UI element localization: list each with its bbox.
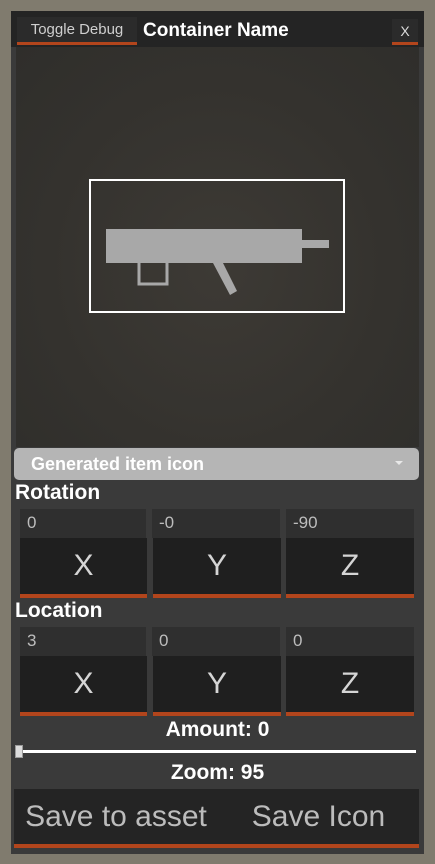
location-x-button[interactable]: X	[20, 656, 147, 716]
save-to-asset-button[interactable]: Save to asset	[14, 789, 218, 848]
rifle-barrel	[302, 240, 329, 248]
location-label: Location	[15, 599, 103, 622]
location-z-button[interactable]: Z	[286, 656, 414, 716]
location-y-button[interactable]: Y	[153, 656, 281, 716]
location-z-field[interactable]: 0	[286, 627, 414, 656]
amount-slider-handle[interactable]	[15, 745, 23, 758]
toggle-debug-button[interactable]: Toggle Debug	[17, 17, 137, 45]
rotation-y-field[interactable]: -0	[152, 509, 280, 538]
rotation-label: Rotation	[15, 481, 101, 504]
panel-header: Toggle Debug Container Name X	[11, 11, 424, 47]
location-x-field[interactable]: 3	[20, 627, 146, 656]
rotation-z-field[interactable]: -90	[286, 509, 414, 538]
rifle-trigger-guard	[137, 259, 169, 286]
rotation-z-button[interactable]: Z	[286, 538, 414, 598]
rifle-grip	[213, 263, 237, 295]
location-y-field[interactable]: 0	[152, 627, 280, 656]
icon-type-dropdown[interactable]: Generated item icon	[14, 448, 419, 480]
dropdown-selected-value: Generated item icon	[31, 453, 205, 474]
chevron-down-icon	[395, 461, 403, 465]
rotation-x-field[interactable]: 0	[20, 509, 146, 538]
rotation-x-button[interactable]: X	[20, 538, 147, 598]
rotation-y-button[interactable]: Y	[153, 538, 281, 598]
container-title: Container Name	[143, 20, 289, 41]
amount-slider-track[interactable]	[16, 750, 416, 753]
amount-label: Amount: 0	[165, 718, 270, 741]
zoom-label: Zoom: 95	[170, 761, 265, 784]
item-preview-viewport	[16, 47, 419, 447]
close-button[interactable]: X	[392, 19, 418, 45]
rifle-body	[106, 229, 302, 263]
save-icon-button[interactable]: Save Icon	[218, 789, 419, 848]
rifle-icon	[89, 179, 345, 313]
item-icon-panel: Toggle Debug Container Name X Generated …	[11, 11, 424, 854]
